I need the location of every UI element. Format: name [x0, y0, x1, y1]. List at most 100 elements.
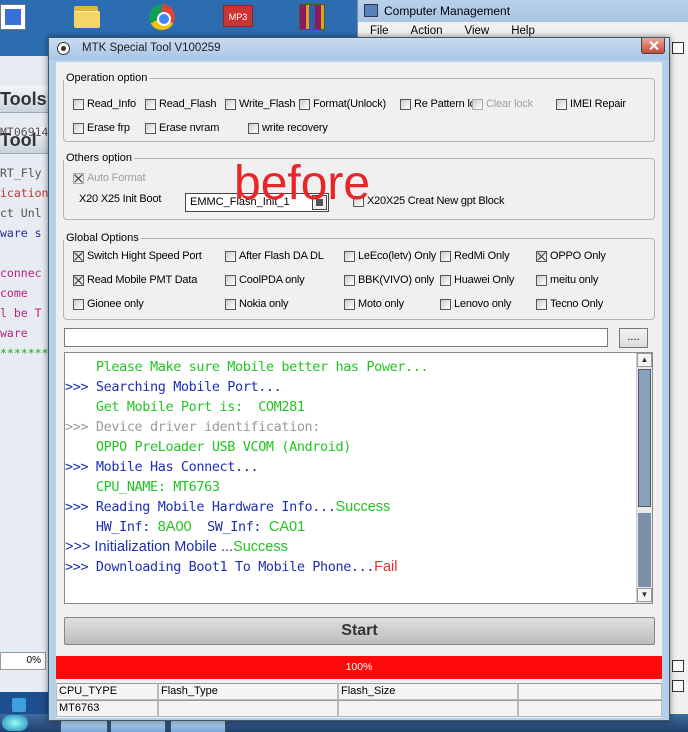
file-path-input[interactable]	[64, 328, 608, 347]
bg-text-line: ct Unl	[0, 206, 42, 220]
desktop-app-icon[interactable]	[0, 2, 30, 32]
format-unlock-label: Format(Unlock)	[313, 98, 386, 110]
checkbox-box	[73, 122, 84, 134]
checkbox-box	[73, 250, 84, 262]
meitu-only-label: meitu only	[550, 274, 599, 286]
cm-titlebar[interactable]: Computer Management	[358, 0, 688, 22]
auto-format-checkbox[interactable]: Auto Format	[73, 172, 146, 184]
redmi-only-checkbox[interactable]: RedMi Only	[440, 250, 510, 262]
log-line: HW_Inf: 8A00 SW_Inf: CA01	[65, 516, 305, 536]
cm-menu-help[interactable]: Help	[511, 25, 535, 37]
status-grid: CPU_TYPE Flash_Type Flash_Size MT6763	[56, 680, 662, 718]
bg-text-line: come	[0, 286, 28, 300]
bg-text-line: l be T	[0, 306, 42, 320]
write-flash-label: Write_Flash	[239, 98, 296, 110]
re-pattern-lock-checkbox[interactable]: Re Pattern lo	[400, 98, 476, 110]
leeco-only-label: LeEco(letv) Only	[358, 250, 437, 262]
log-text: >>> Mobile Has Connect...	[65, 459, 259, 475]
coolpda-only-checkbox[interactable]: CoolPDA only	[225, 274, 305, 286]
mp3-icon-label: MP3	[223, 5, 253, 27]
log-text: >>> Initialization Mobile ...	[65, 539, 234, 555]
log-line: Get Mobile Port is: COM281	[65, 396, 305, 416]
bg-toolbar-tools: Tools	[0, 86, 51, 113]
cm-menu-file[interactable]: File	[370, 25, 389, 37]
mtk-titlebar[interactable]: MTK Special Tool V100259	[49, 38, 669, 60]
erase-nvram-checkbox[interactable]: Erase nvram	[145, 122, 219, 134]
read-flash-checkbox[interactable]: Read_Flash	[145, 98, 217, 110]
auto-format-label: Auto Format	[87, 172, 146, 184]
scroll-thumb[interactable]	[638, 369, 651, 507]
mtk-window: MTK Special Tool V100259 Operation optio…	[48, 37, 670, 721]
tecno-only-label: Tecno Only	[550, 298, 604, 310]
tecno-only-checkbox[interactable]: Tecno Only	[536, 298, 603, 310]
format-unlock-checkbox[interactable]: Format(Unlock)	[299, 98, 386, 110]
after-flash-da-dl-checkbox[interactable]: After Flash DA DL	[225, 250, 324, 262]
read-mobile-pmt-data-checkbox[interactable]: Read Mobile PMT Data	[73, 274, 197, 286]
bg-text-line: connec	[0, 266, 42, 280]
log-scrollbar[interactable]: ▲ ▼	[636, 353, 652, 603]
bg-text-line: RT_Fly	[0, 166, 42, 180]
log-text: >>> Reading Mobile Hardware Info...	[65, 499, 336, 515]
imei-repair-checkbox[interactable]: IMEI Repair	[556, 98, 626, 110]
redmi-only-label: RedMi Only	[454, 250, 510, 262]
huawei-only-checkbox[interactable]: Huawei Only	[440, 274, 514, 286]
checkbox-box	[299, 98, 310, 110]
gionee-only-checkbox[interactable]: Gionee only	[73, 298, 144, 310]
imei-repair-label: IMEI Repair	[570, 98, 626, 110]
checkbox-box	[536, 250, 547, 262]
bbk-vivo-only-checkbox[interactable]: BBK(VIVO) only	[344, 274, 434, 286]
status-header-flash-size: Flash_Size	[338, 683, 518, 700]
browse-button[interactable]: ....	[619, 328, 648, 348]
close-button[interactable]	[641, 38, 665, 54]
read-flash-label: Read_Flash	[159, 98, 217, 110]
oppo-only-checkbox[interactable]: OPPO Only	[536, 250, 606, 262]
lenovo-only-checkbox[interactable]: Lenovo only	[440, 298, 511, 310]
log-line: Please Make sure Mobile better has Power…	[65, 356, 429, 376]
gpt-block-label: X20X25 Creat New gpt Block	[367, 195, 505, 207]
nokia-only-label: Nokia only	[239, 298, 289, 310]
nokia-only-checkbox[interactable]: Nokia only	[225, 298, 289, 310]
chrome-icon[interactable]	[145, 2, 179, 32]
log-line: >>> Initialization Mobile ...Success	[65, 536, 288, 556]
cm-side-button[interactable]	[672, 680, 684, 692]
log-text: 8A00	[157, 519, 192, 535]
write-flash-checkbox[interactable]: Write_Flash	[225, 98, 295, 110]
start-button[interactable]: Start	[64, 617, 655, 645]
gpt-block-checkbox[interactable]: X20X25 Creat New gpt Block	[353, 195, 504, 207]
mp3-icon[interactable]: MP3	[220, 2, 254, 32]
status-header-flash-type: Flash_Type	[158, 683, 338, 700]
moto-only-checkbox[interactable]: Moto only	[344, 298, 404, 310]
read-info-checkbox[interactable]: Read_Info	[73, 98, 136, 110]
log-line: >>> Mobile Has Connect...	[65, 456, 259, 476]
clear-lock-checkbox[interactable]: Clear lock	[472, 98, 533, 110]
scroll-track[interactable]	[638, 513, 651, 587]
log-text: Get Mobile Port is: COM281	[65, 399, 305, 415]
scroll-up-icon[interactable]: ▲	[637, 353, 652, 367]
start-orb-icon[interactable]	[2, 715, 28, 731]
leeco-only-checkbox[interactable]: LeEco(letv) Only	[344, 250, 436, 262]
erase-frp-checkbox[interactable]: Erase frp	[73, 122, 130, 134]
folder-icon[interactable]	[70, 2, 104, 32]
cm-menu-view[interactable]: View	[465, 25, 490, 37]
log-text: >>> Device driver identification:	[65, 419, 321, 435]
checkbox-box	[472, 98, 483, 110]
scroll-down-icon[interactable]: ▼	[637, 588, 652, 602]
log-text: CA01	[268, 519, 306, 535]
client-area: Operation option Read_Info Read_Flash Writ…	[56, 62, 662, 718]
status-header-extra	[518, 683, 662, 700]
cm-menu-action[interactable]: Action	[411, 25, 443, 37]
status-header-cpu-type: CPU_TYPE	[56, 683, 158, 700]
cm-side-button[interactable]	[672, 42, 684, 54]
meitu-only-checkbox[interactable]: meitu only	[536, 274, 598, 286]
switch-high-speed-port-checkbox[interactable]: Switch Hight Speed Port	[73, 250, 202, 262]
winrar-icon[interactable]	[295, 2, 329, 32]
checkbox-box	[344, 298, 355, 310]
log-text: Success	[335, 499, 391, 515]
erase-frp-label: Erase frp	[87, 122, 130, 134]
checkbox-box	[344, 250, 355, 262]
cm-side-button[interactable]	[672, 660, 684, 672]
write-recovery-checkbox[interactable]: write recovery	[248, 122, 328, 134]
after-flash-da-dl-label: After Flash DA DL	[239, 250, 324, 262]
log-line: >>> Reading Mobile Hardware Info...Succe…	[65, 496, 390, 516]
others-option-legend: Others option	[66, 152, 133, 164]
